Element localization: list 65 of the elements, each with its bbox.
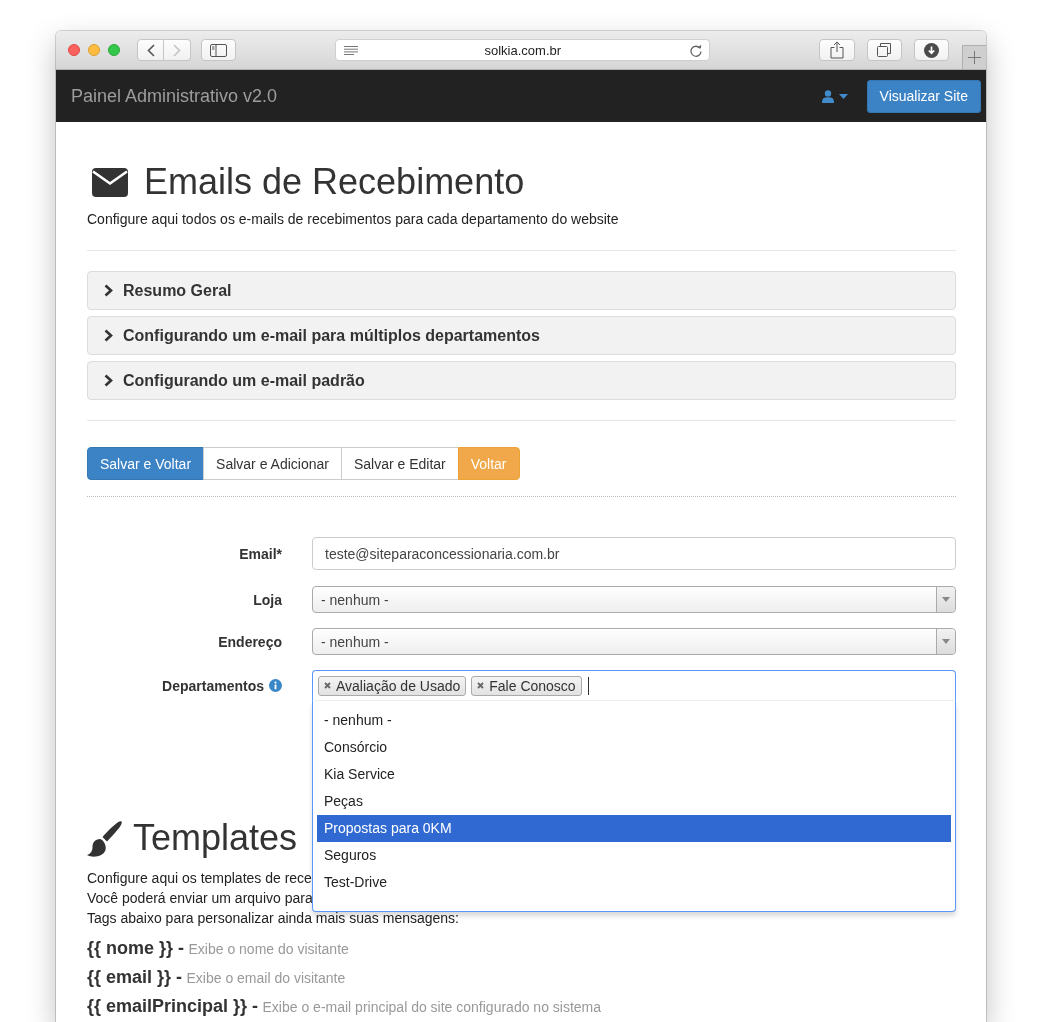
remove-icon[interactable]	[477, 682, 485, 689]
tag-name: {{ nome }} -	[87, 938, 185, 958]
field-label: Departamentos	[162, 677, 264, 694]
brush-icon	[87, 819, 123, 857]
accordion-header[interactable]: Configurando um e-mail para múltiplos departamentos	[87, 316, 956, 355]
tag-description: Exibe o email do visitante	[186, 970, 346, 986]
download-icon	[924, 42, 940, 58]
address-bar[interactable]: solkia.com.br	[335, 39, 711, 61]
tag-description: Exibe o e-mail principal do site configurado no sistema	[262, 999, 602, 1015]
caret-icon	[838, 93, 848, 99]
description-text: Configure aqui os templates de rece	[87, 869, 312, 888]
plus-icon	[968, 51, 982, 64]
share-icon	[829, 41, 844, 59]
share-button[interactable]	[819, 39, 855, 61]
caret-icon	[942, 597, 950, 602]
field-label: Endereço	[218, 633, 282, 650]
close-window-icon[interactable]	[68, 44, 80, 56]
accordion-header[interactable]: Configurando um e-mail padrão	[87, 361, 956, 400]
tag-name: {{ email }} -	[87, 967, 183, 987]
dropdown-option[interactable]: - nenhum -	[317, 707, 951, 734]
zoom-window-icon[interactable]	[108, 44, 120, 56]
dropdown-option[interactable]: Propostas para 0KM	[317, 815, 951, 842]
description-text: Tags abaixo para personalizar ainda mais suas mensagens:	[87, 909, 459, 928]
field-label: Loja	[253, 591, 282, 608]
text-cursor	[587, 676, 589, 695]
caret-icon	[942, 639, 950, 644]
action-button[interactable]: Salvar e Adicionar	[203, 447, 342, 480]
page-title: Emails de Recebimento	[144, 162, 525, 202]
user-menu-button[interactable]	[821, 89, 848, 103]
section-title: Templates	[133, 818, 298, 858]
sidebar-button[interactable]	[201, 39, 237, 61]
sidebar-icon	[210, 43, 228, 57]
dropdown-option[interactable]: Consórcio	[317, 734, 951, 761]
user-icon	[821, 89, 834, 103]
envelope-icon	[92, 167, 128, 197]
accordion-header[interactable]: Resumo Geral	[87, 271, 956, 310]
dropdown-option[interactable]: Peças	[317, 788, 951, 815]
info-icon[interactable]	[269, 679, 282, 692]
chevron-left-icon	[146, 43, 155, 57]
tabs-button[interactable]	[866, 39, 902, 61]
remove-icon[interactable]	[324, 682, 331, 689]
chevron-right-icon	[173, 43, 181, 57]
download-button[interactable]	[913, 39, 950, 61]
field-label: Email*	[239, 545, 282, 562]
tag-chip[interactable]: Avaliação de Usado	[318, 675, 467, 696]
action-button[interactable]: Salvar e Voltar	[87, 447, 205, 480]
page-subtitle: Configure aqui todos os e-mails de recebimentos para cada departamento do website	[87, 210, 620, 229]
dropdown-option[interactable]: Test-Drive	[317, 869, 951, 896]
tag-description: Exibe o nome do visitante	[188, 941, 349, 957]
tabs-icon	[877, 43, 892, 57]
text-field[interactable]: teste@siteparaconcessionaria.com.br	[312, 537, 956, 570]
select-field[interactable]: - nenhum -	[312, 586, 956, 613]
description-text: Você poderá enviar um arquivo para	[87, 889, 313, 908]
new-tab-button[interactable]	[962, 45, 986, 69]
reader-icon	[344, 46, 359, 55]
back-button[interactable]	[137, 39, 164, 61]
action-button[interactable]: Salvar e Editar	[340, 447, 459, 480]
tag-name: {{ emailPrincipal }} -	[87, 996, 259, 1016]
reload-icon	[690, 44, 703, 57]
dropdown-option[interactable]: Kia Service	[317, 761, 951, 788]
tag-chip[interactable]: Fale Conosco	[471, 675, 582, 696]
select-field[interactable]: - nenhum -	[312, 628, 956, 655]
dropdown-option[interactable]: Seguros	[317, 842, 951, 869]
view-site-button[interactable]: Visualizar Site	[866, 79, 981, 113]
brand-title[interactable]: Painel Administrativo v2.0	[71, 85, 278, 107]
